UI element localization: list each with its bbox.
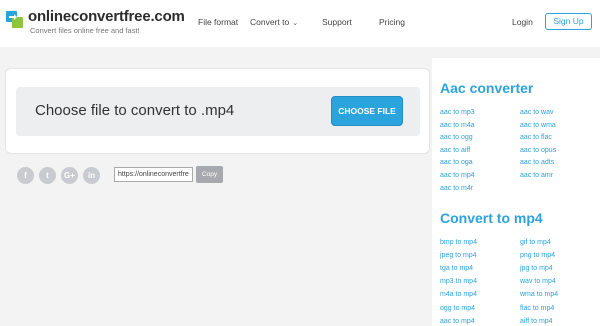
aac-link[interactable]: aac to amr — [520, 172, 553, 179]
facebook-icon[interactable]: f — [17, 167, 34, 184]
mp4-link[interactable]: aac to mp4 — [440, 318, 475, 325]
aac-link[interactable]: aac to wav — [520, 109, 553, 116]
choose-file-button[interactable]: CHOOSE FILE — [331, 96, 403, 126]
chevron-down-icon: ⌄ — [292, 20, 299, 27]
aac-link[interactable]: aac to flac — [520, 134, 552, 141]
login-link[interactable]: Login — [512, 17, 533, 27]
aac-link[interactable]: aac to oga — [440, 159, 473, 166]
mp4-link[interactable]: png to mp4 — [520, 252, 555, 259]
brand-name[interactable]: onlineconvertfree.com — [28, 8, 185, 25]
aac-link[interactable]: aac to mp4 — [440, 172, 475, 179]
aac-link[interactable]: aac to mp3 — [440, 109, 475, 116]
nav-convert-to-label: Convert to — [250, 17, 290, 27]
site-header: onlineconvertfree.com Convert files onli… — [0, 0, 600, 47]
mp4-link[interactable]: aiff to mp4 — [520, 318, 553, 325]
convert-to-mp4-title: Convert to mp4 — [440, 210, 543, 226]
mp4-link[interactable]: mp3 to mp4 — [440, 278, 477, 285]
mp4-link[interactable]: m4a to mp4 — [440, 291, 477, 298]
mp4-link[interactable]: bmp to mp4 — [440, 239, 477, 246]
aac-link[interactable]: aac to adts — [520, 159, 554, 166]
signup-button[interactable]: Sign Up — [545, 13, 592, 30]
copy-button[interactable]: Copy — [196, 166, 223, 183]
brand-tagline: Convert files online free and fast! — [30, 26, 140, 35]
nav-support[interactable]: Support — [322, 17, 352, 27]
nav-pricing[interactable]: Pricing — [379, 17, 405, 27]
linkedin-icon[interactable]: in — [83, 167, 100, 184]
twitter-icon[interactable]: t — [39, 167, 56, 184]
mp4-link[interactable]: wav to mp4 — [520, 278, 556, 285]
aac-converter-title: Aac converter — [440, 80, 534, 96]
google-plus-icon[interactable]: G+ — [61, 167, 78, 184]
share-url-input[interactable]: https://onlineconvertfre — [114, 167, 193, 182]
mp4-link[interactable]: flac to mp4 — [520, 305, 554, 312]
mp4-link[interactable]: wma to mp4 — [520, 291, 558, 298]
sidebar: Aac converter aac to mp3 aac to wav aac to… — [432, 58, 600, 326]
aac-link[interactable]: aac to aiff — [440, 147, 470, 154]
aac-link[interactable]: aac to m4a — [440, 122, 475, 129]
nav-convert-to[interactable]: Convert to ⌄ — [250, 17, 298, 27]
nav-file-format[interactable]: File format — [198, 17, 238, 27]
logo-icon[interactable] — [6, 11, 23, 28]
aac-link[interactable]: aac to ogg — [440, 134, 473, 141]
aac-link[interactable]: aac to opus — [520, 147, 556, 154]
mp4-link[interactable]: gif to mp4 — [520, 239, 551, 246]
converter-card: Choose file to convert to .mp4 CHOOSE FI… — [5, 68, 430, 154]
mp4-link[interactable]: ogg to mp4 — [440, 305, 475, 312]
aac-link[interactable]: aac to m4r — [440, 185, 473, 192]
mp4-link[interactable]: tga to mp4 — [440, 265, 473, 272]
mp4-link[interactable]: jpeg to mp4 — [440, 252, 477, 259]
mp4-link[interactable]: jpg to mp4 — [520, 265, 553, 272]
dropzone-prompt: Choose file to convert to .mp4 — [35, 102, 235, 119]
aac-link[interactable]: aac to wma — [520, 122, 556, 129]
file-dropzone[interactable]: Choose file to convert to .mp4 CHOOSE FI… — [16, 87, 420, 136]
